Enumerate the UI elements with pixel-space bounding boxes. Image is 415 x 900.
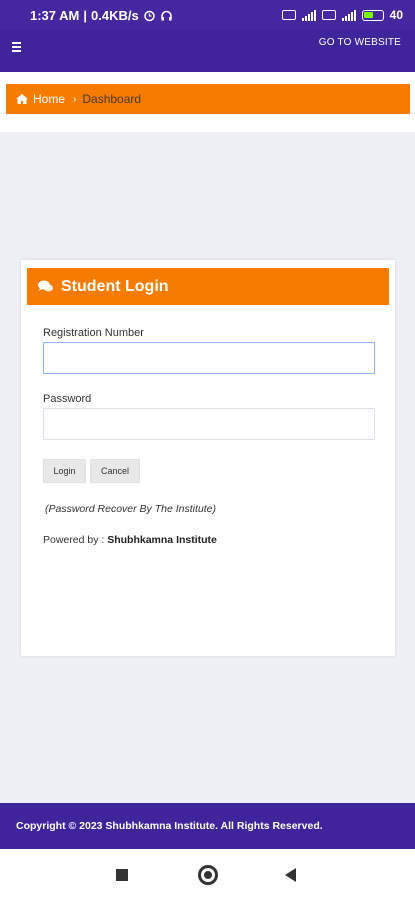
volte-icon-2 — [321, 10, 336, 20]
status-bar: 1:37 AM | 0.4KB/s 40 — [0, 0, 415, 30]
system-navigation-bar — [0, 849, 415, 900]
alarm-icon — [143, 10, 155, 21]
breadcrumb-section: Home › Dashboard — [0, 72, 415, 132]
home-button-icon[interactable] — [198, 865, 218, 885]
login-title: Student Login — [61, 277, 169, 295]
signal-icon — [301, 9, 316, 21]
top-navbar: GO TO WEBSITE — [0, 30, 415, 72]
back-icon[interactable] — [285, 868, 296, 882]
comments-icon — [38, 280, 53, 292]
signal-icon-2 — [341, 9, 356, 21]
footer: Copyright © 2023 Shubhkamna Institute. A… — [0, 803, 415, 849]
hamburger-menu-icon[interactable] — [12, 40, 24, 52]
powered-by: Powered by : Shubhkamna Institute — [43, 534, 217, 546]
breadcrumb-separator: › — [73, 93, 77, 105]
cancel-button[interactable]: Cancel — [90, 459, 140, 483]
network-speed: 0.4KB/s — [91, 7, 139, 23]
home-icon — [16, 94, 28, 104]
login-button[interactable]: Login — [43, 459, 86, 483]
breadcrumb: Home › Dashboard — [6, 84, 410, 114]
password-recover-note: (Password Recover By The Institute) — [45, 503, 216, 515]
password-label: Password — [43, 393, 92, 405]
password-input[interactable] — [43, 408, 375, 440]
copyright-text: Copyright © 2023 Shubhkamna Institute. A… — [16, 820, 323, 832]
breadcrumb-home-link[interactable]: Home — [33, 92, 65, 106]
registration-number-input[interactable] — [43, 342, 375, 374]
student-login-card: Student Login Registration Number Passwo… — [21, 260, 395, 656]
registration-number-label: Registration Number — [43, 327, 144, 339]
login-card-header: Student Login — [27, 268, 389, 305]
powered-by-prefix: Powered by : — [43, 534, 105, 546]
headphones-icon — [160, 10, 172, 20]
status-left: 1:37 AM | 0.4KB/s — [30, 8, 173, 23]
status-right: 40 — [281, 8, 403, 22]
battery-icon — [361, 9, 384, 21]
powered-by-name: Shubhkamna Institute — [107, 534, 217, 546]
go-to-website-link[interactable]: GO TO WEBSITE — [319, 37, 401, 48]
status-time: 1:37 AM — [30, 7, 80, 23]
recent-apps-icon[interactable] — [116, 869, 128, 881]
battery-level: 40 — [389, 8, 403, 22]
volte-icon — [281, 10, 296, 20]
breadcrumb-current: Dashboard — [82, 92, 142, 106]
